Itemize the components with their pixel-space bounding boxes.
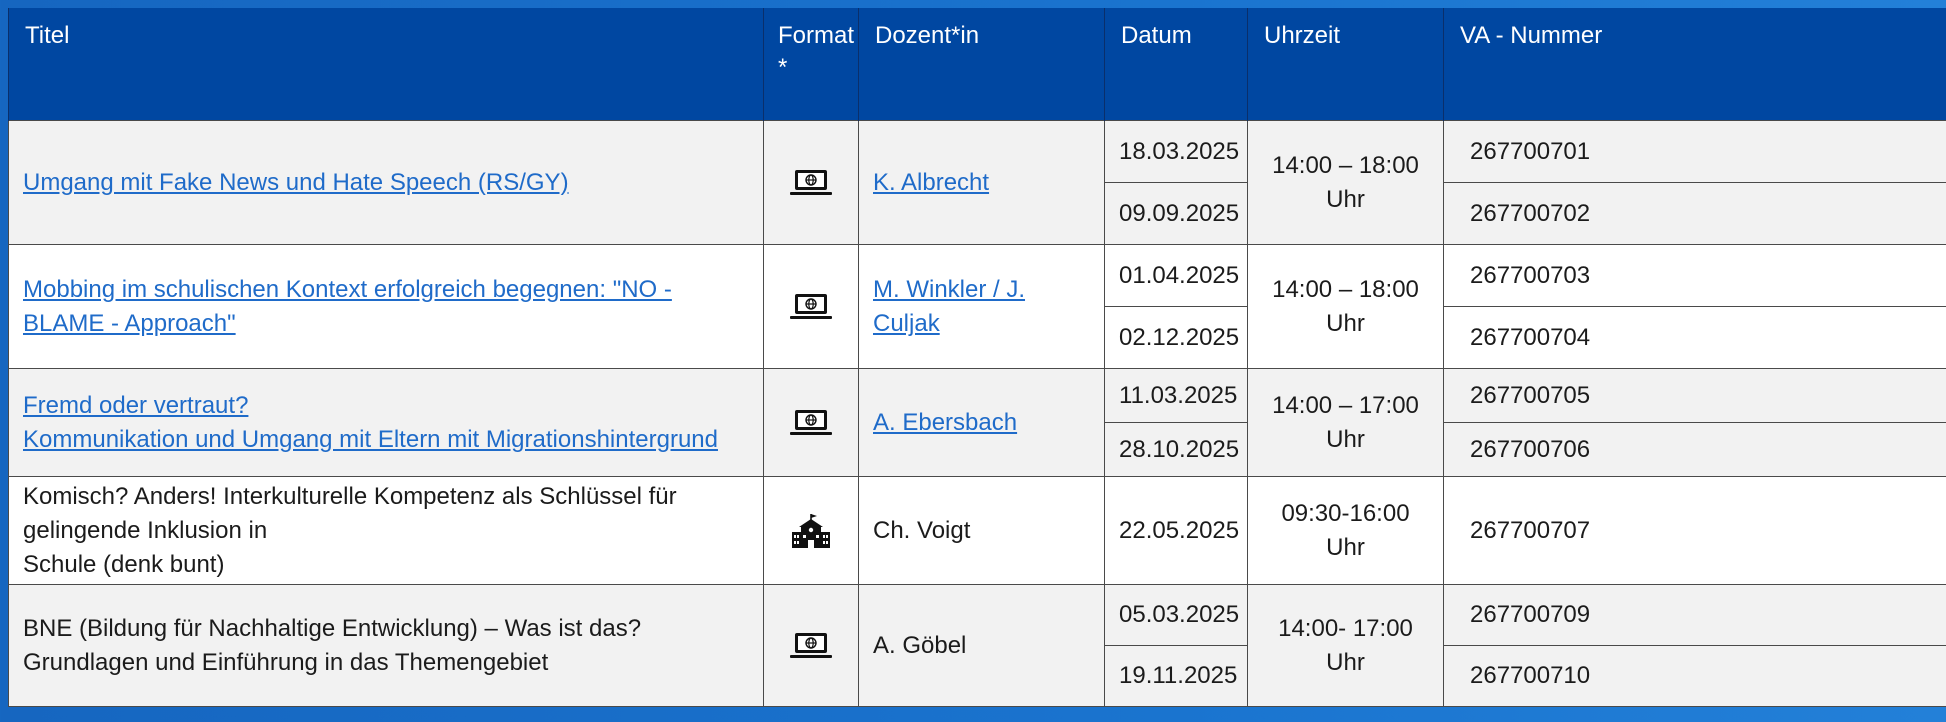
va-number-cell: 267700706 [1443,422,1946,477]
va-number-cell: 267700703 [1443,244,1946,307]
course-title-text: Grundlagen und Einführung in das Themeng… [23,648,549,676]
laptop-globe-icon [789,169,833,196]
date-cell: 19.11.2025 [1104,645,1248,707]
school-building-icon [791,513,831,548]
course-title-text: Komisch? Anders! Interkulturelle Kompete… [23,482,677,544]
course-title-text: Schule (denk bunt) [23,550,225,578]
format-cell [763,120,859,245]
dozent-link[interactable]: M. Winkler / J. Culjak [873,276,1025,337]
time-cell: 14:00 – 18:00 Uhr [1247,120,1444,245]
laptop-globe-icon [789,409,833,436]
date-cell: 02.12.2025 [1104,306,1248,369]
table-row: BNE (Bildung für Nachhaltige Entwicklung… [8,584,1946,707]
format-cell [763,368,859,477]
time-cell: 14:00- 17:00 Uhr [1247,584,1444,707]
dozent-cell: K. Albrecht [858,120,1105,245]
laptop-globe-icon [789,632,833,659]
va-number-cell: 267700704 [1443,306,1946,369]
date-cell: 22.05.2025 [1104,476,1248,585]
course-title-cell: Fremd oder vertraut? Kommunikation und Um… [8,368,764,477]
dozent-name: A. Göbel [873,631,967,659]
va-number-cell: 267700707 [1443,476,1946,585]
course-title-link[interactable]: Mobbing im schulischen Kontext erfolgrei… [23,276,672,337]
column-header-uhrzeit: Uhrzeit [1247,8,1444,121]
va-number-cell: 267700701 [1443,120,1946,183]
course-title-cell: BNE (Bildung für Nachhaltige Entwicklung… [8,584,764,707]
table-row: Mobbing im schulischen Kontext erfolgrei… [8,244,1946,369]
va-number-cell: 267700705 [1443,368,1946,423]
dozent-cell: Ch. Voigt [858,476,1105,585]
date-cell: 18.03.2025 [1104,120,1248,183]
table-body: Umgang mit Fake News und Hate Speech (RS… [8,120,1946,707]
course-title-cell: Mobbing im schulischen Kontext erfolgrei… [8,244,764,369]
date-cell: 11.03.2025 [1104,368,1248,423]
column-header-dozent: Dozent*in [858,8,1105,121]
table-row: Komisch? Anders! Interkulturelle Kompete… [8,476,1946,585]
date-cell: 01.04.2025 [1104,244,1248,307]
course-title-text: BNE (Bildung für Nachhaltige Entwicklung… [23,614,642,642]
dozent-cell: M. Winkler / J. Culjak [858,244,1105,369]
column-header-format: Format * [763,8,859,121]
course-title-link[interactable]: Kommunikation und Umgang mit Eltern mit … [23,426,718,453]
dozent-cell: A. Göbel [858,584,1105,707]
dozent-link[interactable]: A. Ebersbach [873,409,1017,436]
course-title-link[interactable]: Fremd oder vertraut? [23,392,248,419]
laptop-globe-icon [789,293,833,320]
va-number-cell: 267700709 [1443,584,1946,646]
dozent-name: Ch. Voigt [873,516,971,544]
date-cell: 09.09.2025 [1104,182,1248,245]
format-cell [763,584,859,707]
dozent-link[interactable]: K. Albrecht [873,169,989,196]
dozent-cell: A. Ebersbach [858,368,1105,477]
course-title-cell: Umgang mit Fake News und Hate Speech (RS… [8,120,764,245]
date-cell: 05.03.2025 [1104,584,1248,646]
va-number-cell: 267700710 [1443,645,1946,707]
course-table-frame: Titel Format * Dozent*in Datum Uhrzeit V… [8,8,1946,722]
time-cell: 09:30-16:00 Uhr [1247,476,1444,585]
table-row: Umgang mit Fake News und Hate Speech (RS… [8,120,1946,245]
column-header-va-nummer: VA - Nummer [1443,8,1946,121]
date-cell: 28.10.2025 [1104,422,1248,477]
table-header-row: Titel Format * Dozent*in Datum Uhrzeit V… [8,8,1946,121]
course-title-link[interactable]: Umgang mit Fake News und Hate Speech (RS… [23,169,569,196]
table-row: Fremd oder vertraut? Kommunikation und Um… [8,368,1946,477]
va-number-cell: 267700702 [1443,182,1946,245]
time-cell: 14:00 – 18:00 Uhr [1247,244,1444,369]
time-cell: 14:00 – 17:00 Uhr [1247,368,1444,477]
course-table: Titel Format * Dozent*in Datum Uhrzeit V… [8,8,1946,707]
course-title-cell: Komisch? Anders! Interkulturelle Kompete… [8,476,764,585]
format-cell [763,244,859,369]
column-header-datum: Datum [1104,8,1248,121]
column-header-titel: Titel [8,8,764,121]
format-cell [763,476,859,585]
